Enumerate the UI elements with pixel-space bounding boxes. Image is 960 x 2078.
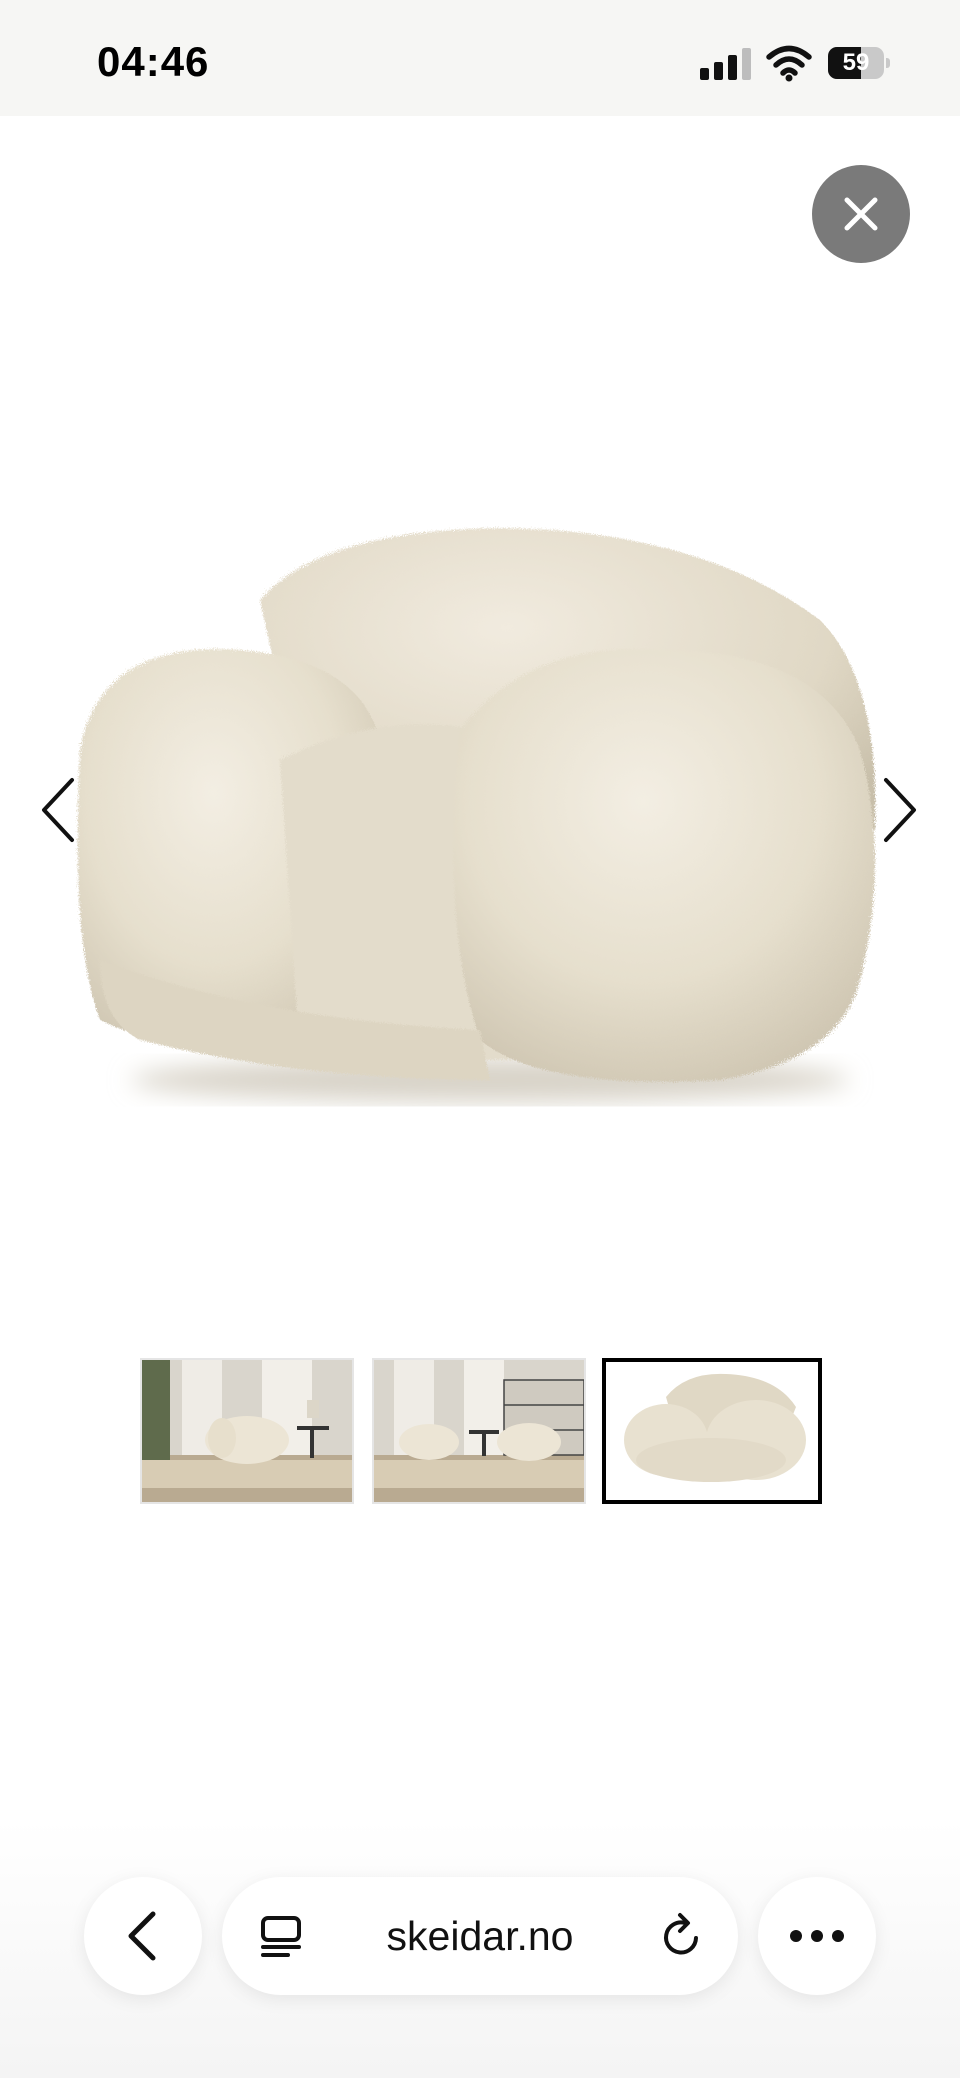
thumbnail-room-single-chair[interactable] xyxy=(140,1358,354,1504)
status-bar: 04:46 59 xyxy=(0,0,960,116)
thumbnail-chair-cutout[interactable] xyxy=(602,1358,822,1504)
next-image-button[interactable] xyxy=(876,770,926,850)
product-image-main xyxy=(77,528,876,1102)
status-time: 04:46 xyxy=(97,38,210,85)
chevron-left-icon xyxy=(128,1911,156,1961)
ellipsis-icon xyxy=(790,1930,844,1942)
reload-icon[interactable] xyxy=(658,1911,706,1961)
more-options-button[interactable] xyxy=(758,1877,876,1995)
thumbnail-image xyxy=(606,1362,818,1500)
previous-image-button[interactable] xyxy=(32,770,82,850)
cellular-signal-icon xyxy=(700,46,752,80)
thumbnail-strip xyxy=(140,1358,822,1506)
close-button[interactable] xyxy=(812,165,910,263)
close-icon xyxy=(844,197,878,231)
address-bar[interactable]: skeidar.no xyxy=(222,1877,738,1995)
thumbnail-image xyxy=(142,1360,352,1502)
thumbnail-image xyxy=(374,1360,584,1502)
wifi-icon xyxy=(766,45,812,82)
battery-percentage: 59 xyxy=(842,49,870,76)
battery-icon: 59 xyxy=(828,47,890,79)
back-button[interactable] xyxy=(84,1877,202,1995)
thumbnail-room-two-chairs[interactable] xyxy=(372,1358,586,1504)
